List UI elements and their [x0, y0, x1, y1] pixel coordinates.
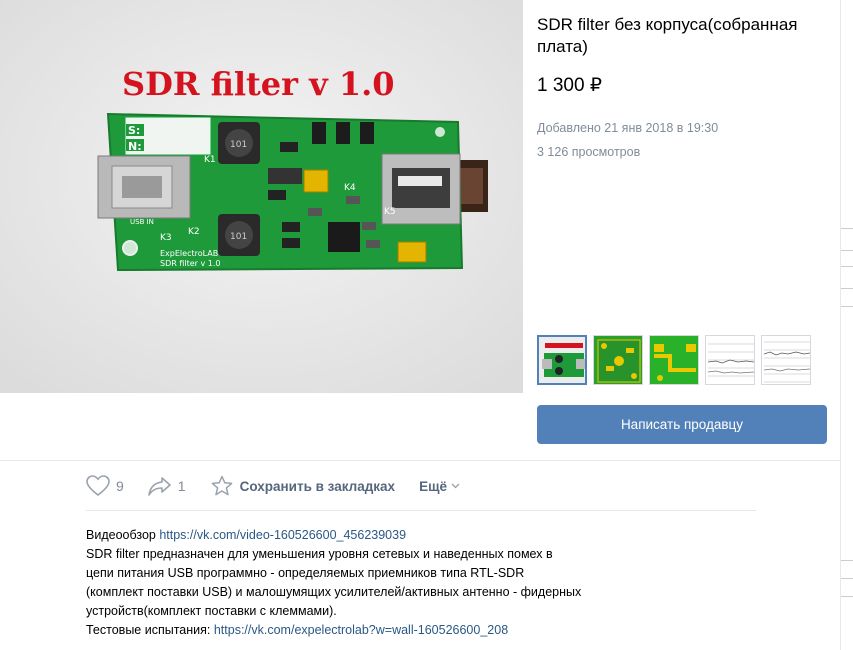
share-arrow-icon: [147, 474, 172, 498]
description-line: цепи питания USB программно - определяем…: [86, 566, 525, 580]
svg-text:S:: S:: [128, 124, 140, 137]
description-line: SDR filter предназначен для уменьшения у…: [86, 547, 553, 561]
thumb-board-photo[interactable]: [537, 335, 587, 385]
thumb-pcb-top[interactable]: [593, 335, 643, 385]
svg-text:N:: N:: [128, 140, 142, 153]
svg-text:ExpElectroLAB: ExpElectroLAB: [160, 249, 218, 258]
save-bookmark-button[interactable]: Сохранить в закладках: [210, 474, 395, 498]
item-title: SDR filter без корпуса(собранная плата): [537, 15, 798, 56]
thumb-test-chart-2[interactable]: [761, 335, 811, 385]
save-bookmark-label: Сохранить в закладках: [239, 478, 396, 494]
heart-icon: [86, 474, 110, 498]
svg-text:K3: K3: [160, 233, 172, 243]
svg-text:101: 101: [230, 232, 247, 242]
thumb-test-chart-1[interactable]: [705, 335, 755, 385]
svg-text:K1: K1: [204, 155, 216, 165]
product-photo[interactable]: SDR filter v 1.0 S: S: N: 101: [0, 0, 523, 393]
share-button[interactable]: 1: [147, 474, 186, 498]
more-menu-button[interactable]: Ещё: [419, 479, 460, 494]
thumb-pcb-bottom[interactable]: [649, 335, 699, 385]
post-actions: 9 1 Сохранить в закладках Ещё: [86, 474, 484, 498]
svg-text:K4: K4: [344, 183, 356, 193]
item-description: Видеообзор https://vk.com/video-16052660…: [86, 526, 766, 640]
market-item-page: SDR filter v 1.0 S: S: N: 101: [0, 0, 853, 650]
description-line: (комплект поставки USB) и малошумящих ус…: [86, 585, 582, 599]
svg-text:101: 101: [230, 140, 247, 150]
item-info-panel: SDR filter без корпуса(собранная плата) …: [523, 0, 853, 460]
video-review-label: Видеообзор: [86, 528, 160, 542]
svg-text:K2: K2: [188, 227, 200, 237]
video-review-link[interactable]: https://vk.com/video-160526600_456239039: [159, 528, 406, 542]
contact-seller-button[interactable]: Написать продавцу: [537, 405, 827, 444]
like-count: 9: [116, 478, 124, 494]
like-button[interactable]: 9: [86, 474, 124, 498]
description-line-tests: Тестовые испытания: https://vk.com/expel…: [86, 621, 766, 640]
chevron-down-icon: [451, 481, 460, 492]
product-photo-image: SDR filter v 1.0 S: S: N: 101: [0, 0, 523, 393]
actions-separator: [86, 510, 756, 511]
tests-link[interactable]: https://vk.com/expelectrolab?w=wall-1605…: [214, 623, 508, 637]
tests-label: Тестовые испытания:: [86, 623, 214, 637]
thumbnail-strip: [537, 335, 811, 385]
item-views-count: 3 126 просмотров: [537, 145, 641, 159]
svg-text:K5: K5: [384, 207, 396, 217]
item-price: 1 300 ₽: [537, 75, 602, 96]
more-label: Ещё: [419, 478, 447, 494]
item-added-date: Добавлено 21 янв 2018 в 19:30: [537, 121, 719, 135]
section-divider: [0, 460, 853, 461]
adjacent-panel-edge: [840, 0, 853, 650]
star-icon: [210, 474, 234, 498]
description-line: устройств(комплект поставки с клеммами).: [86, 604, 337, 618]
svg-text:SDR filter v 1.0: SDR filter v 1.0: [160, 259, 221, 268]
board-title-text: SDR filter v 1.0: [122, 65, 395, 103]
description-line-video: Видеообзор https://vk.com/video-16052660…: [86, 526, 766, 545]
svg-text:USB IN: USB IN: [130, 218, 154, 226]
share-count: 1: [177, 478, 186, 494]
